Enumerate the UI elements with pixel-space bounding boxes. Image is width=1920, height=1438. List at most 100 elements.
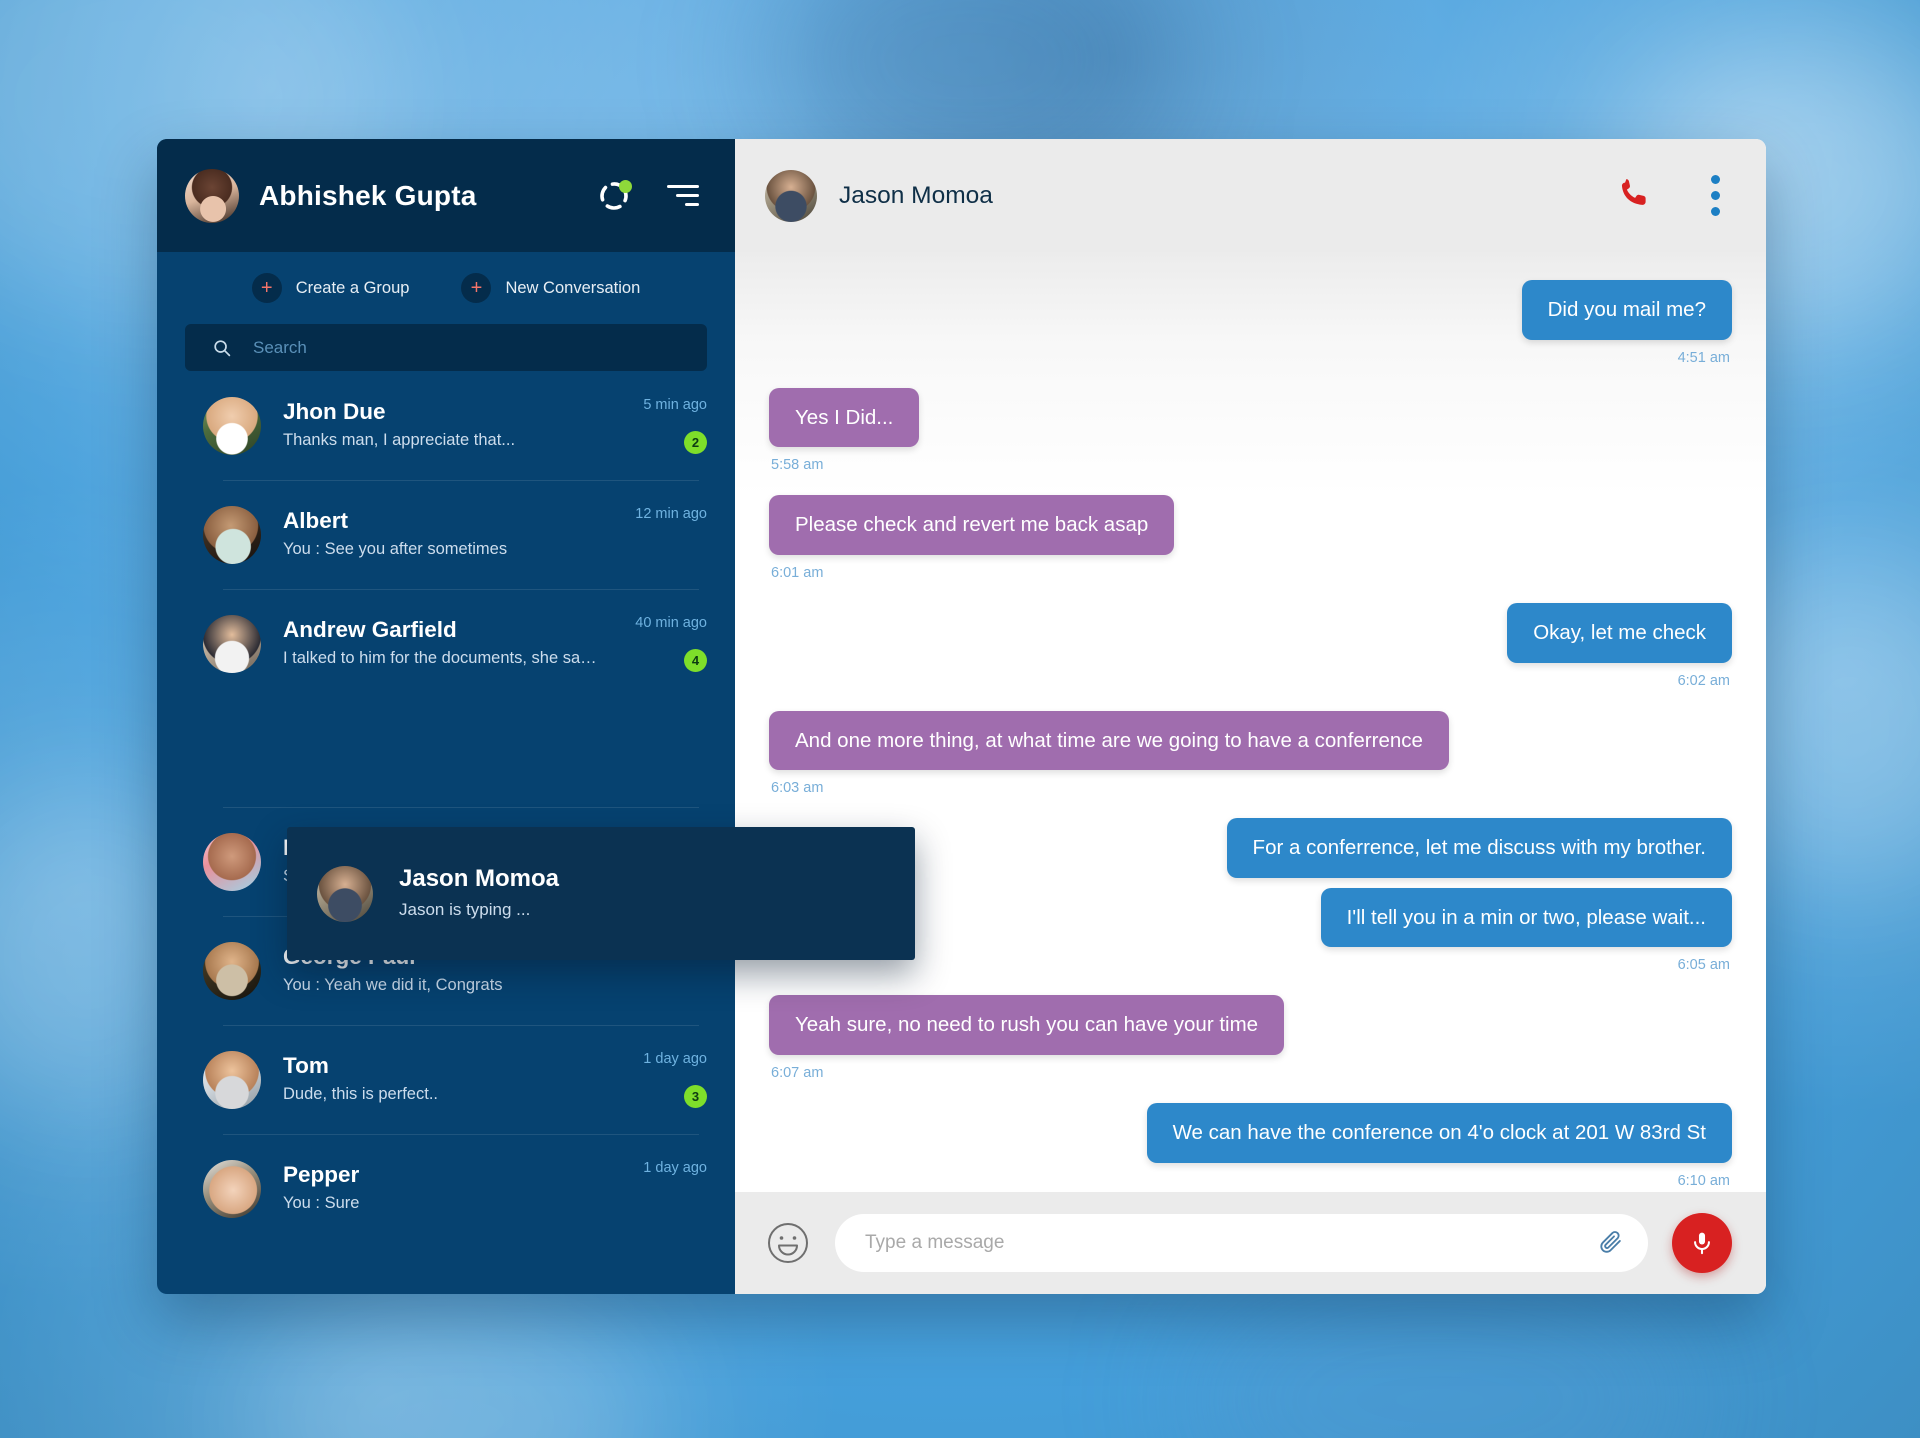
- avatar: [203, 396, 261, 455]
- conversation-name: Albert: [283, 508, 349, 534]
- message-bubble[interactable]: Yes I Did...: [769, 387, 920, 448]
- conversation-item-albert[interactable]: Albert You : See you after sometimes 12 …: [185, 480, 707, 589]
- message-time: 6:02 am: [1677, 672, 1730, 689]
- avatar: [203, 1159, 261, 1218]
- avatar: [203, 832, 261, 891]
- unread-badge: 2: [684, 431, 707, 454]
- message-bubble[interactable]: Did you mail me?: [1521, 280, 1732, 340]
- message-bubble[interactable]: We can have the conference on 4'o clock …: [1146, 1103, 1732, 1163]
- message-bubble[interactable]: Please check and revert me back asap: [769, 495, 1175, 555]
- search-input[interactable]: [253, 337, 707, 358]
- conversation-time: 40 min ago: [635, 615, 707, 631]
- conversation-preview: I talked to him for the documents, she s…: [283, 649, 599, 668]
- status-ring-icon[interactable]: [597, 179, 632, 213]
- chat-application-window: Abhishek Gupta + Create a Group + New Co…: [157, 139, 1766, 1294]
- conversation-item-jason-momoa-selected[interactable]: Jason Momoa Jason is typing ...: [287, 827, 915, 960]
- avatar: [203, 614, 261, 673]
- kebab-menu-icon[interactable]: [1709, 173, 1722, 218]
- message-list[interactable]: Did you mail me? 4:51 am Yes I Did... 5:…: [735, 252, 1766, 1192]
- search-icon: [214, 339, 231, 356]
- conversation-text: Andrew Garfield I talked to him for the …: [283, 615, 599, 672]
- message-bubble[interactable]: For a conferrence, let me discuss with m…: [1226, 818, 1732, 878]
- conversation-item-pepper[interactable]: Pepper You : Sure 1 day ago: [185, 1134, 707, 1243]
- chat-header-actions: [1617, 173, 1722, 218]
- sidebar-header-actions: [597, 179, 699, 213]
- unread-badge: 4: [684, 649, 707, 672]
- conversation-meta: 1 day ago 3: [599, 1025, 707, 1134]
- message-row: Did you mail me? 4:51 am: [769, 280, 1732, 366]
- conversation-time: 12 min ago: [635, 506, 707, 522]
- online-status-dot: [619, 179, 632, 193]
- message-time: 4:51 am: [1677, 349, 1730, 366]
- search-box[interactable]: [185, 324, 707, 371]
- conversation-text: Albert You : See you after sometimes: [283, 506, 599, 563]
- create-group-label: Create a Group: [295, 278, 410, 297]
- conversation-preview: You : Yeah we did it, Congrats: [283, 976, 503, 995]
- message-composer: [735, 1192, 1766, 1294]
- message-bubble[interactable]: Okay, let me check: [1507, 602, 1732, 663]
- message-row: Yes I Did... 5:58 am: [769, 387, 1732, 474]
- conversation-text: Jhon Due Thanks man, I appreciate that..…: [283, 397, 599, 454]
- plus-icon: +: [461, 273, 492, 303]
- conversation-preview: You : Sure: [283, 1194, 360, 1213]
- message-row: Please check and revert me back asap 6:0…: [769, 495, 1732, 581]
- create-group-button[interactable]: + Create a Group: [251, 273, 410, 303]
- message-bubble[interactable]: I'll tell you in a min or two, please wa…: [1320, 887, 1732, 948]
- conversation-preview: Dude, this is perfect..: [283, 1085, 438, 1104]
- new-conversation-button[interactable]: + New Conversation: [461, 273, 640, 303]
- message-bubble[interactable]: Yeah sure, no need to rush you can have …: [769, 995, 1285, 1055]
- avatar: [203, 941, 261, 1000]
- emoji-smiley-icon[interactable]: [765, 1220, 811, 1266]
- conversation-time: 1 day ago: [643, 1160, 707, 1176]
- conversation-meta: 1 day ago: [599, 1134, 707, 1243]
- chat-header: Jason Momoa: [735, 139, 1766, 252]
- paperclip-icon[interactable]: [1598, 1230, 1624, 1256]
- avatar: [317, 865, 373, 922]
- conversation-meta: 40 min ago 4: [599, 589, 707, 698]
- quick-actions-bar: + Create a Group + New Conversation: [157, 252, 735, 324]
- peer-avatar[interactable]: [765, 169, 817, 222]
- sidebar: Abhishek Gupta + Create a Group + New Co…: [157, 139, 735, 1294]
- conversation-preview: You : See you after sometimes: [283, 540, 508, 559]
- phone-icon[interactable]: [1617, 176, 1651, 215]
- conversation-preview: Jason is typing ...: [399, 899, 531, 919]
- desktop-background: Abhishek Gupta + Create a Group + New Co…: [0, 0, 1920, 1438]
- message-row: Yeah sure, no need to rush you can have …: [769, 995, 1732, 1081]
- message-time: 5:58 am: [771, 457, 824, 474]
- conversation-time: 5 min ago: [643, 397, 707, 413]
- conversation-preview: Thanks man, I appreciate that...: [283, 431, 516, 450]
- user-avatar[interactable]: [185, 168, 239, 223]
- message-time: 6:10 am: [1677, 1172, 1730, 1189]
- hamburger-menu-icon[interactable]: [667, 185, 699, 206]
- message-row: And one more thing, at what time are we …: [769, 710, 1732, 797]
- microphone-icon[interactable]: [1672, 1213, 1732, 1273]
- message-time: 6:03 am: [771, 780, 824, 797]
- message-row: We can have the conference on 4'o clock …: [769, 1103, 1732, 1189]
- new-conversation-label: New Conversation: [505, 278, 641, 297]
- selected-conversation-text: Jason Momoa Jason is typing ...: [399, 862, 559, 924]
- conversation-item-tom[interactable]: Tom Dude, this is perfect.. 1 day ago 3: [185, 1025, 707, 1134]
- conversation-name: Pepper: [283, 1162, 360, 1188]
- message-input[interactable]: [865, 1232, 1598, 1254]
- conversation-item-andrew-garfield[interactable]: Andrew Garfield I talked to him for the …: [185, 589, 707, 698]
- search-container: [157, 324, 735, 371]
- conversation-item-jhon-due[interactable]: Jhon Due Thanks man, I appreciate that..…: [185, 371, 707, 480]
- conversation-name: Andrew Garfield: [283, 617, 457, 643]
- message-time: 6:01 am: [771, 564, 824, 581]
- background-blob: [240, 1290, 660, 1438]
- message-bubble[interactable]: And one more thing, at what time are we …: [769, 710, 1449, 771]
- conversation-name: Jhon Due: [283, 399, 386, 425]
- conversation-time: 1 day ago: [643, 1051, 707, 1067]
- chat-panel: Jason Momoa Did you mail me? 4:51 am Yes…: [735, 139, 1766, 1294]
- conversation-meta: 5 min ago 2: [599, 371, 707, 480]
- conversation-name: Jason Momoa: [399, 865, 560, 893]
- avatar: [203, 505, 261, 564]
- message-row: Okay, let me check 6:02 am: [769, 602, 1732, 689]
- message-input-wrapper[interactable]: [835, 1214, 1648, 1272]
- conversation-text: Tom Dude, this is perfect..: [283, 1051, 599, 1108]
- message-time: 6:07 am: [771, 1065, 824, 1081]
- conversation-meta: 12 min ago: [599, 480, 707, 589]
- unread-badge: 3: [684, 1085, 707, 1108]
- plus-icon: +: [251, 273, 282, 303]
- conversation-name: Tom: [283, 1053, 329, 1079]
